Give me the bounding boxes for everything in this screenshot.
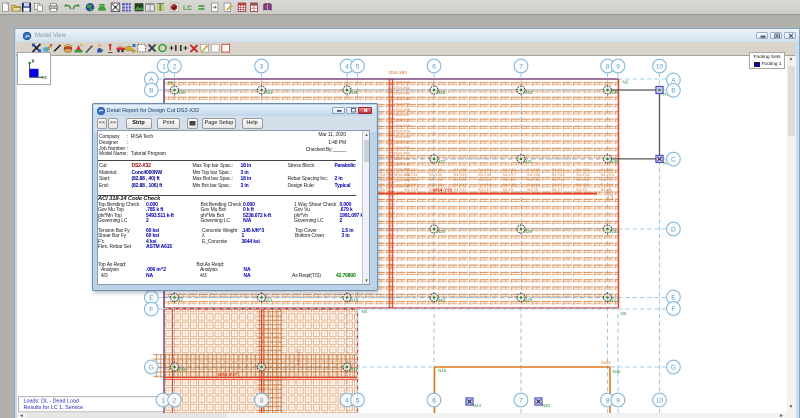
svg-text:8: 8 (606, 397, 610, 404)
svg-text:N42: N42 (437, 297, 446, 302)
svg-text:4: 4 (345, 397, 349, 404)
svg-text:8: 8 (606, 63, 610, 70)
svg-text:7: 7 (519, 63, 523, 70)
svg-text:N31: N31 (524, 158, 533, 163)
svg-text:6: 6 (432, 397, 436, 404)
svg-text:DS4-X61: DS4-X61 (395, 91, 410, 95)
svg-text:N35: N35 (610, 158, 619, 163)
svg-text:DS4-X62: DS4-X62 (395, 85, 410, 89)
svg-text:C: C (671, 156, 676, 163)
svg-text:S4-Y9: S4-Y9 (503, 187, 514, 192)
svg-text:N32: N32 (524, 90, 533, 95)
svg-text:N27: N27 (437, 158, 446, 163)
svg-text:DS4-X60: DS4-X60 (395, 96, 410, 100)
svg-text:N3: N3 (621, 311, 627, 316)
svg-text:10: 10 (656, 63, 664, 70)
svg-text:N7: N7 (177, 297, 183, 302)
svg-text:DS4-X56: DS4-X56 (395, 118, 410, 122)
svg-text:A22-X7: A22-X7 (610, 188, 614, 200)
svg-text:S4-Y7: S4-Y7 (552, 187, 563, 192)
svg-text:5: 5 (356, 63, 360, 70)
svg-text:S4-Y6: S4-Y6 (576, 187, 587, 192)
svg-text:DS4-X59: DS4-X59 (395, 102, 410, 106)
svg-text:DS4-X48: DS4-X48 (395, 162, 410, 166)
svg-text:N45: N45 (438, 368, 447, 373)
svg-text:N4: N4 (362, 309, 368, 314)
svg-text:S4-Y14: S4-Y14 (380, 187, 394, 192)
svg-text:5: 5 (356, 397, 360, 404)
svg-text:DS4-X50: DS4-X50 (395, 151, 410, 155)
svg-text:1: 1 (162, 63, 166, 70)
svg-text:MS2-Y17: MS2-Y17 (218, 372, 238, 377)
svg-text:N25: N25 (437, 229, 446, 234)
svg-text:9: 9 (616, 63, 620, 70)
svg-text:LC: LC (183, 5, 192, 12)
svg-text:A: A (149, 76, 154, 83)
svg-text:DS4-X50: DS4-X50 (389, 70, 407, 75)
svg-text:N29: N29 (524, 297, 533, 302)
svg-text:DS4-X51: DS4-X51 (395, 145, 410, 149)
svg-text:N2: N2 (623, 79, 629, 84)
svg-text:N17: N17 (350, 367, 359, 372)
svg-text:B: B (149, 87, 153, 94)
svg-text:DS4-X54: DS4-X54 (395, 129, 410, 133)
svg-text:S4-Y8: S4-Y8 (527, 187, 538, 192)
svg-text:z: z (44, 75, 47, 81)
svg-text:DS4-X49: DS4-X49 (395, 156, 410, 160)
svg-text:N16: N16 (350, 297, 359, 302)
svg-text:1: 1 (161, 397, 165, 404)
svg-text:Results for LC 1, Service: Results for LC 1, Service (24, 404, 84, 410)
svg-text:N40: N40 (542, 403, 550, 408)
svg-text:6: 6 (432, 63, 436, 70)
svg-text:N46: N46 (613, 369, 622, 374)
svg-text:N18: N18 (350, 90, 359, 95)
svg-text:DS4-X58: DS4-X58 (395, 107, 410, 111)
svg-text:Loads: DL - Dead Load: Loads: DL - Dead Load (24, 398, 80, 404)
svg-text:N23: N23 (610, 297, 619, 302)
svg-text:DS4-X52: DS4-X52 (395, 140, 410, 144)
svg-text:DS2-X32: DS2-X32 (296, 348, 301, 365)
svg-text:N1: N1 (168, 80, 174, 85)
svg-text:N29: N29 (524, 229, 533, 234)
svg-text:Soil2: Soil2 (601, 360, 611, 365)
svg-text:N14: N14 (264, 90, 273, 95)
svg-text:E: E (671, 294, 676, 301)
svg-text:4: 4 (345, 63, 349, 70)
svg-text:N28: N28 (437, 90, 446, 95)
svg-text:N10: N10 (177, 90, 186, 95)
svg-text:N13: N13 (177, 367, 186, 372)
svg-text:G: G (149, 364, 154, 371)
svg-text:10: 10 (656, 397, 664, 404)
svg-text:S4-Y11: S4-Y11 (454, 187, 467, 192)
svg-text:DS4-X55: DS4-X55 (395, 124, 410, 128)
svg-text:2: 2 (173, 63, 177, 70)
svg-text:N33: N33 (610, 229, 619, 234)
svg-text:3: 3 (260, 63, 264, 70)
svg-text:7: 7 (519, 397, 523, 404)
svg-text:S4-Y13: S4-Y13 (405, 187, 418, 192)
svg-text:D: D (671, 226, 676, 233)
svg-text:G: G (671, 364, 676, 371)
svg-text:DS4-X57: DS4-X57 (395, 113, 410, 117)
svg-text:9: 9 (616, 397, 620, 404)
svg-text:E: E (149, 294, 154, 301)
svg-text:MS4-Y30: MS4-Y30 (433, 187, 453, 192)
svg-text:S4-Y10: S4-Y10 (478, 187, 492, 192)
svg-text:3: 3 (260, 397, 264, 404)
svg-text:x: x (32, 59, 36, 65)
svg-text:DS4-X53: DS4-X53 (395, 135, 410, 139)
svg-text:B: B (671, 87, 675, 94)
svg-text:F: F (671, 305, 675, 312)
svg-text:N36: N36 (610, 90, 619, 95)
svg-text:N44: N44 (473, 403, 481, 408)
svg-text:F: F (149, 306, 153, 313)
svg-text:N11: N11 (264, 297, 273, 302)
svg-text:2: 2 (173, 397, 177, 404)
svg-text:DS4-X63: DS4-X63 (395, 80, 410, 84)
